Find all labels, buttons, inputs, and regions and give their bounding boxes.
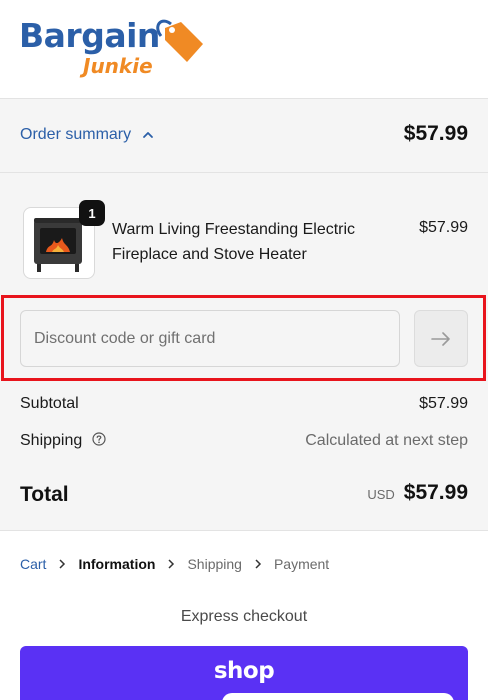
currency-code: USD (367, 487, 395, 502)
site-header: Bargain Junkie (0, 0, 488, 99)
breadcrumb-cart[interactable]: Cart (20, 556, 46, 572)
logo-text-main: Bargain (19, 16, 160, 55)
breadcrumb-information: Information (78, 556, 156, 572)
shopping-tag-icon (156, 19, 203, 62)
apply-discount-button[interactable] (414, 310, 468, 367)
chevron-right-icon (168, 559, 175, 569)
product-name: Warm Living Freestanding Electric Firepl… (112, 221, 356, 263)
subtotal-value: $57.99 (419, 395, 468, 412)
cart-line-item: 1 Warm Living Freestanding Electric Fire… (20, 200, 468, 279)
breadcrumb-shipping: Shipping (187, 556, 242, 572)
chevron-right-icon (59, 559, 66, 569)
checkout-breadcrumb: Cart Information Shipping Payment (20, 556, 329, 572)
chevron-up-icon (143, 132, 154, 138)
total-amount: $57.99 (403, 481, 468, 504)
shipping-value: Calculated at next step (305, 432, 468, 449)
question-circle-icon[interactable] (92, 432, 106, 446)
arrow-right-icon (431, 331, 450, 346)
logo-text-sub: Junkie (83, 54, 153, 78)
subtotal-label: Subtotal (20, 395, 79, 412)
express-checkout-label: Express checkout (180, 608, 308, 625)
shop-pay-button[interactable]: shop (20, 646, 468, 700)
order-summary-total: $57.99 (403, 122, 468, 145)
total-label: Total (20, 483, 69, 506)
total-amount-group: USD $57.99 (367, 481, 468, 505)
order-summary: Order summary $57.99 1 Warm Living Frees… (0, 99, 488, 531)
shop-pay-inner-pill (222, 693, 454, 700)
order-summary-label: Order summary (20, 126, 132, 143)
discount-code-input[interactable] (20, 310, 400, 367)
chevron-right-icon (255, 559, 262, 569)
total-row: Total USD $57.99 (20, 481, 468, 511)
subtotal-row: Subtotal $57.99 (20, 395, 468, 413)
breadcrumb-payment: Payment (273, 556, 330, 572)
order-summary-toggle[interactable]: Order summary $57.99 (0, 99, 488, 173)
product-thumbnail: 1 (23, 200, 105, 279)
order-summary-toggle-button[interactable]: Order summary (20, 126, 155, 144)
quantity-badge: 1 (79, 200, 105, 226)
shipping-row: Shipping Calculated at next step (20, 432, 468, 450)
shipping-label: Shipping (20, 432, 83, 449)
product-price: $57.99 (419, 219, 468, 236)
store-logo[interactable]: Bargain Junkie (19, 14, 209, 80)
